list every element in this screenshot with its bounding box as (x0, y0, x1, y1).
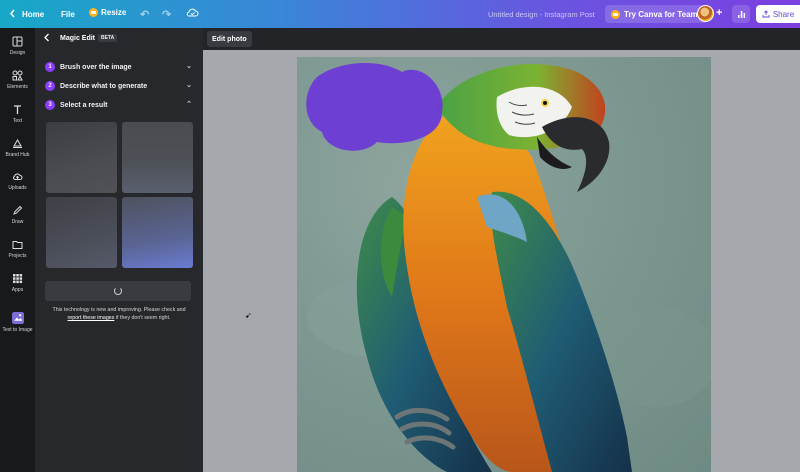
rail-label: Draw (11, 219, 24, 225)
rail-label: Elements (7, 84, 28, 90)
step-number: 2 (45, 81, 55, 91)
resize-label: Resize (101, 8, 127, 17)
brand-hub-icon (13, 139, 22, 148)
uploads-icon (13, 173, 23, 180)
rail-label: Uploads (8, 185, 27, 191)
step-describe[interactable]: 2 Describe what to generate ⌄ (45, 79, 195, 93)
upload-icon (762, 10, 770, 18)
panel-title: Magic Edit (60, 35, 96, 42)
step-brush[interactable]: 1 Brush over the image ⌄ (45, 60, 195, 74)
apps-icon (13, 274, 23, 284)
rail-item-projects[interactable]: Projects (0, 239, 35, 259)
magic-edit-panel: Magic Edit BETA 1 Brush over the image ⌄… (35, 28, 203, 472)
beta-badge: BETA (98, 34, 118, 42)
rail-label: Text to Image (2, 327, 33, 333)
rail-label: Projects (8, 253, 27, 259)
rail-label: Design (9, 50, 26, 56)
rail-item-elements[interactable]: Elements (0, 70, 35, 90)
draw-icon (13, 205, 23, 215)
crown-icon (611, 9, 620, 19)
chevron-down-icon: ⌄ (186, 82, 192, 89)
add-member-icon[interactable]: + (716, 7, 722, 19)
result-thumbnail[interactable] (46, 197, 117, 268)
share-label: Share (772, 9, 795, 19)
undo-icon[interactable]: ↶ (140, 8, 149, 21)
rail-item-text-to-image[interactable]: Text to Image (0, 312, 35, 333)
text-to-image-icon (11, 312, 24, 324)
generate-button[interactable] (45, 281, 191, 301)
rail-item-uploads[interactable]: Uploads (0, 171, 35, 191)
result-thumbnail[interactable] (122, 122, 193, 193)
step-number: 1 (45, 62, 55, 72)
note-text: if they don't seem right. (114, 315, 171, 321)
try-teams-button[interactable]: Try Canva for Teams (605, 5, 709, 23)
chevron-up-icon: ⌃ (186, 101, 192, 108)
elements-icon (12, 70, 23, 81)
edit-photo-button[interactable]: Edit photo (207, 31, 252, 47)
arrow-left-icon[interactable] (43, 33, 51, 45)
loading-spinner-icon (114, 287, 122, 295)
note-text: This technology is new and improving. Pl… (52, 307, 186, 313)
design-icon (12, 36, 23, 47)
design-artboard[interactable] (297, 57, 711, 472)
share-button[interactable]: Share (756, 5, 800, 23)
cloud-save-icon[interactable] (186, 7, 199, 20)
canvas-area: Edit photo (203, 28, 800, 472)
chevron-left-icon[interactable] (9, 9, 16, 18)
home-button[interactable]: Home (22, 10, 44, 19)
rail-item-design[interactable]: Design (0, 36, 35, 56)
report-link[interactable]: report these images (68, 315, 115, 321)
rail-label: Apps (11, 287, 24, 293)
disclaimer-note: This technology is new and improving. Pl… (47, 306, 191, 322)
resize-button[interactable]: Resize (89, 8, 126, 17)
result-thumbnail[interactable] (122, 197, 193, 268)
text-icon (14, 105, 21, 114)
document-title[interactable]: Untitled design - Instagram Post (488, 10, 595, 19)
step-label: Brush over the image (60, 63, 132, 71)
step-number: 3 (45, 100, 55, 110)
redo-icon[interactable]: ↷ (162, 8, 171, 21)
avatar[interactable] (697, 5, 714, 22)
chevron-down-icon: ⌄ (186, 63, 192, 70)
step-label: Describe what to generate (60, 82, 148, 90)
projects-icon (12, 241, 23, 249)
try-teams-label: Try Canva for Teams (624, 9, 703, 19)
rail-item-draw[interactable]: Draw (0, 205, 35, 225)
result-thumbnail[interactable] (46, 122, 117, 193)
rail-item-apps[interactable]: Apps (0, 273, 35, 293)
side-rail: Design Elements Text Brand Hub Uploads D… (0, 28, 35, 472)
insights-button[interactable] (732, 5, 750, 23)
parrot-image[interactable] (297, 57, 711, 472)
step-select-result[interactable]: 3 Select a result ⌃ (45, 98, 195, 112)
rail-label: Text (12, 118, 23, 124)
rail-item-text[interactable]: Text (0, 104, 35, 124)
rail-label: Brand Hub (5, 152, 30, 158)
file-menu[interactable]: File (61, 10, 75, 19)
crown-icon (89, 8, 98, 17)
step-label: Select a result (60, 101, 108, 109)
mouse-cursor-icon: ➹ (245, 311, 252, 320)
bar-chart-icon (737, 10, 745, 18)
top-bar: Home File Resize ↶ ↷ Untitled design - I… (0, 0, 800, 28)
rail-item-brand-hub[interactable]: Brand Hub (0, 138, 35, 158)
canvas-toolbar: Edit photo (203, 28, 800, 50)
